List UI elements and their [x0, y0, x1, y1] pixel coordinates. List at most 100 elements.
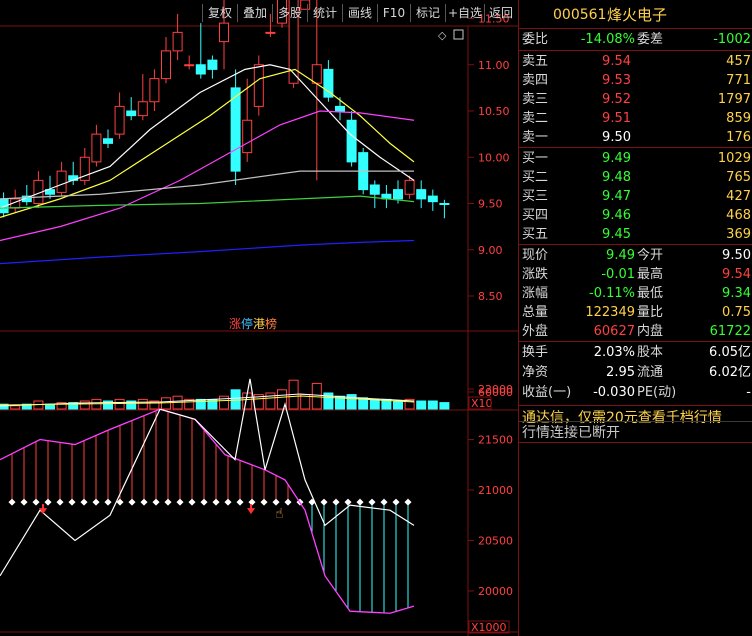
volume-bar: [427, 400, 438, 410]
stat-row: 外盘 60627 内盘 61722: [519, 322, 752, 342]
indicator-marker: [284, 498, 292, 506]
banner-char[interactable]: 停: [241, 316, 253, 331]
stat-label: 涨跌: [522, 267, 549, 282]
indicator-marker: [32, 498, 40, 506]
candle-body: [242, 119, 253, 154]
volume-bar: [369, 398, 380, 410]
indicator-marker: [104, 498, 112, 506]
indicator-marker: [164, 498, 172, 506]
asks-row: 卖三 9.52 1797: [519, 90, 752, 110]
bids-volume: 1029: [717, 151, 751, 166]
statistics-button[interactable]: 统计: [307, 4, 342, 22]
candle-body: [195, 64, 206, 75]
indicator-marker: [140, 498, 148, 506]
indicator-marker: [236, 498, 244, 506]
asks-row: 卖二 9.51 859: [519, 109, 752, 129]
asks-label: 卖五: [522, 54, 549, 69]
asks-price: 9.53: [602, 73, 631, 88]
diamond-icon: ◇: [438, 29, 447, 42]
add-watchlist-button[interactable]: +自选: [445, 4, 484, 22]
finance-label: PE(动): [637, 385, 677, 400]
bids-price: 9.49: [602, 151, 631, 166]
indicator-marker: [332, 498, 340, 506]
bids-volume: 468: [726, 208, 751, 223]
price-axis-label: 10.00: [478, 151, 510, 164]
stat-value: 61722: [709, 324, 751, 339]
candle-body: [439, 203, 450, 205]
stat-label: 今开: [637, 248, 664, 263]
fuquan-button[interactable]: 复权: [202, 4, 237, 22]
stock-name: 烽火电子: [607, 6, 668, 24]
kline-chart[interactable]: ◇12.5012.0011.5011.0010.5010.009.509.008…: [0, 0, 518, 636]
indicator-axis-label: 20000: [478, 585, 513, 598]
indicator-marker: [272, 498, 280, 506]
finance-label: 收益(一): [522, 385, 572, 400]
banner-char[interactable]: 港: [253, 317, 265, 331]
mark-button[interactable]: 标记: [410, 4, 445, 22]
candle-body: [416, 189, 427, 200]
volume-unit: X10: [471, 397, 493, 410]
quote-panel: 000561 烽火电子 委比 -14.08% 委差 -1002 卖五 9.54 45…: [518, 0, 752, 636]
connection-status: 行情连接已断开: [522, 425, 620, 441]
volume-bar: [230, 389, 241, 410]
candle-body: [404, 179, 415, 195]
indicator-marker: [356, 498, 364, 506]
back-button[interactable]: 返回: [484, 4, 517, 22]
finance-label: 流通: [637, 365, 664, 380]
bids-row: 买二 9.48 765: [519, 168, 752, 188]
indicator-marker: [8, 498, 16, 506]
indicator-marker: [128, 498, 136, 506]
candle-body: [126, 110, 137, 117]
buy-signal-arrow: [39, 504, 47, 515]
draw-line-button[interactable]: 画线: [342, 4, 377, 22]
weibi-label: 委比: [522, 32, 549, 47]
finance-value: 2.03%: [593, 345, 635, 360]
candle-body: [219, 22, 229, 43]
stock-title: 000561 烽火电子: [519, 4, 752, 26]
bids-row: 买五 9.45 369: [519, 225, 752, 245]
indicator-axis-label: 21500: [478, 434, 513, 447]
stat-label: 内盘: [637, 324, 664, 339]
indicator-marker: [68, 498, 76, 506]
candle-body: [346, 119, 357, 163]
price-axis-label: 8.50: [478, 290, 503, 303]
indicator-marker: [380, 498, 388, 506]
volume-bar: [114, 398, 125, 410]
asks-price: 9.50: [602, 130, 631, 145]
volume-bar: [416, 400, 427, 410]
price-axis-label: 9.00: [478, 244, 503, 257]
candle-body: [161, 50, 171, 80]
candle-body: [91, 133, 102, 163]
stat-label: 现价: [522, 248, 549, 263]
stat-label: 涨幅: [522, 286, 549, 301]
banner-char[interactable]: 涨: [229, 316, 241, 331]
asks-row: 卖一 9.50 176: [519, 128, 752, 148]
chart-area[interactable]: ◇12.5012.0011.5011.0010.5010.009.509.008…: [0, 0, 518, 636]
asks-volume: 771: [726, 73, 751, 88]
hand-cursor-icon: ☝: [275, 506, 284, 522]
volume-bar: [219, 395, 229, 410]
stat-value: 9.50: [722, 248, 751, 263]
bids-price: 9.47: [602, 189, 631, 204]
stat-value: 9.49: [606, 248, 635, 263]
candle-body: [137, 101, 148, 117]
stat-value: 122349: [585, 305, 635, 320]
finance-label: 股本: [637, 345, 664, 360]
multi-stock-button[interactable]: 多股: [272, 4, 307, 22]
candle-body: [335, 105, 345, 112]
weicha-value: -1002: [713, 32, 751, 47]
bids-label: 买二: [522, 170, 549, 185]
indicator-marker: [44, 498, 52, 506]
bids-label: 买三: [522, 189, 549, 204]
finance-value: 6.02亿: [709, 365, 751, 380]
candle-body: [207, 59, 218, 70]
f10-button[interactable]: F10: [377, 4, 410, 22]
asks-row: 卖四 9.53 771: [519, 71, 752, 91]
banner-char[interactable]: 榜: [265, 316, 277, 331]
asks-volume: 859: [726, 111, 751, 126]
overlay-button[interactable]: 叠加: [237, 4, 272, 22]
stat-row: 涨幅 -0.11% 最低 9.34: [519, 284, 752, 304]
expand-icon[interactable]: [453, 29, 464, 40]
stat-label: 量比: [637, 305, 664, 320]
stat-row: 总量 122349 量比 0.75: [519, 303, 752, 323]
